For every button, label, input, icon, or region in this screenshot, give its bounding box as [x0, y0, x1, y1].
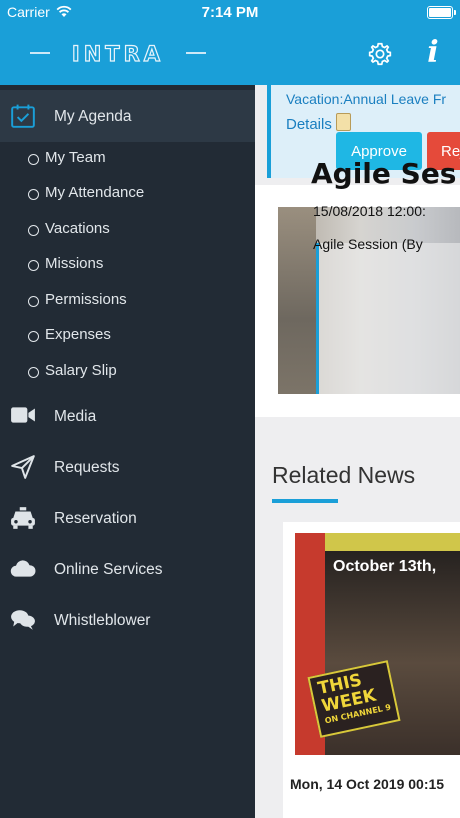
gear-icon[interactable]: [367, 41, 393, 67]
sidebar-subitem-label: Vacations: [45, 220, 110, 237]
app-header: Carrier 7:14 PM INTRA i: [0, 0, 460, 85]
chat-bubbles-icon: [11, 610, 35, 630]
news-image: October 13th, THIS WEEK ON CHANNEL 9: [295, 533, 460, 755]
event-image: [278, 207, 316, 394]
sidebar-item-label: Media: [54, 408, 97, 425]
sidebar-subitem-my-team[interactable]: My Team: [28, 146, 248, 176]
related-news-title: Related News: [272, 462, 416, 488]
radio-circle-icon: [28, 260, 39, 271]
news-date: Mon, 14 Oct 2019 00:15: [290, 776, 445, 792]
sidebar-subitem-expenses[interactable]: Expenses: [28, 323, 248, 353]
taxi-icon: [11, 507, 35, 529]
radio-circle-icon: [28, 331, 39, 342]
status-time: 7:14 PM: [201, 4, 259, 21]
event-title: Agile Ses: [311, 157, 457, 190]
sidebar-subitem-label: Permissions: [45, 291, 127, 308]
sidebar-subitem-label: Missions: [45, 255, 104, 272]
radio-circle-icon: [28, 189, 39, 200]
sidebar-subitem-vacations[interactable]: Vacations: [28, 217, 248, 247]
paper-plane-icon: [11, 455, 35, 479]
sidebar-subitem-label: Salary Slip: [45, 362, 117, 379]
sidebar-subitem-salary-slip[interactable]: Salary Slip: [28, 359, 248, 389]
event-description: Agile Session (By: [313, 236, 423, 252]
radio-circle-icon: [28, 225, 39, 236]
sidebar-subitem-label: My Attendance: [45, 184, 145, 201]
sidebar-item-media[interactable]: Media: [0, 391, 255, 441]
sidebar-item-reservation[interactable]: Reservation: [0, 493, 255, 543]
main-content: Vacation:Annual Leave Fr Details Approve…: [255, 85, 460, 818]
clipboard-icon: [335, 113, 351, 131]
details-label[interactable]: Details: [286, 116, 332, 133]
intra-logo: INTRA: [30, 40, 206, 67]
radio-circle-icon: [28, 154, 39, 165]
sidebar-item-label: Online Services: [54, 561, 163, 578]
news-card[interactable]: October 13th, THIS WEEK ON CHANNEL 9 Mon…: [283, 522, 460, 818]
sidebar-subitem-label: Expenses: [45, 326, 111, 343]
sidebar-subitem-missions[interactable]: Missions: [28, 252, 248, 282]
info-icon[interactable]: i: [420, 36, 446, 70]
event-overlay: [316, 243, 460, 394]
event-date: 15/08/2018 12:00:: [313, 203, 426, 219]
radio-circle-icon: [28, 367, 39, 378]
news-image-caption: October 13th,: [333, 558, 437, 575]
sidebar-item-online-services[interactable]: Online Services: [0, 544, 255, 594]
calendar-check-icon: [11, 104, 35, 128]
video-camera-icon: [11, 407, 35, 423]
request-text: Vacation:Annual Leave Fr: [286, 91, 447, 107]
sidebar-item-label: Requests: [54, 459, 120, 476]
logo-text: INTRA: [71, 41, 165, 66]
details-link[interactable]: Details: [286, 113, 351, 133]
status-bar: Carrier 7:14 PM: [0, 0, 460, 24]
sidebar-subitem-permissions[interactable]: Permissions: [28, 288, 248, 318]
battery-icon: [427, 6, 456, 19]
sidebar-item-label: My Agenda: [54, 108, 132, 125]
side-drawer: My Agenda My Team My Attendance Vacation…: [0, 85, 255, 818]
sidebar-subitem-my-attendance[interactable]: My Attendance: [28, 181, 248, 211]
cloud-icon: [10, 560, 36, 577]
sidebar-item-label: Whistleblower: [54, 612, 151, 629]
sidebar-subitem-label: My Team: [45, 149, 106, 166]
radio-circle-icon: [28, 296, 39, 307]
sidebar-item-whistleblower[interactable]: Whistleblower: [0, 595, 255, 645]
sidebar-item-requests[interactable]: Requests: [0, 442, 255, 492]
sidebar-item-my-agenda[interactable]: My Agenda: [0, 90, 255, 142]
section-underline: [272, 499, 338, 503]
sidebar-item-label: Reservation: [54, 510, 137, 527]
